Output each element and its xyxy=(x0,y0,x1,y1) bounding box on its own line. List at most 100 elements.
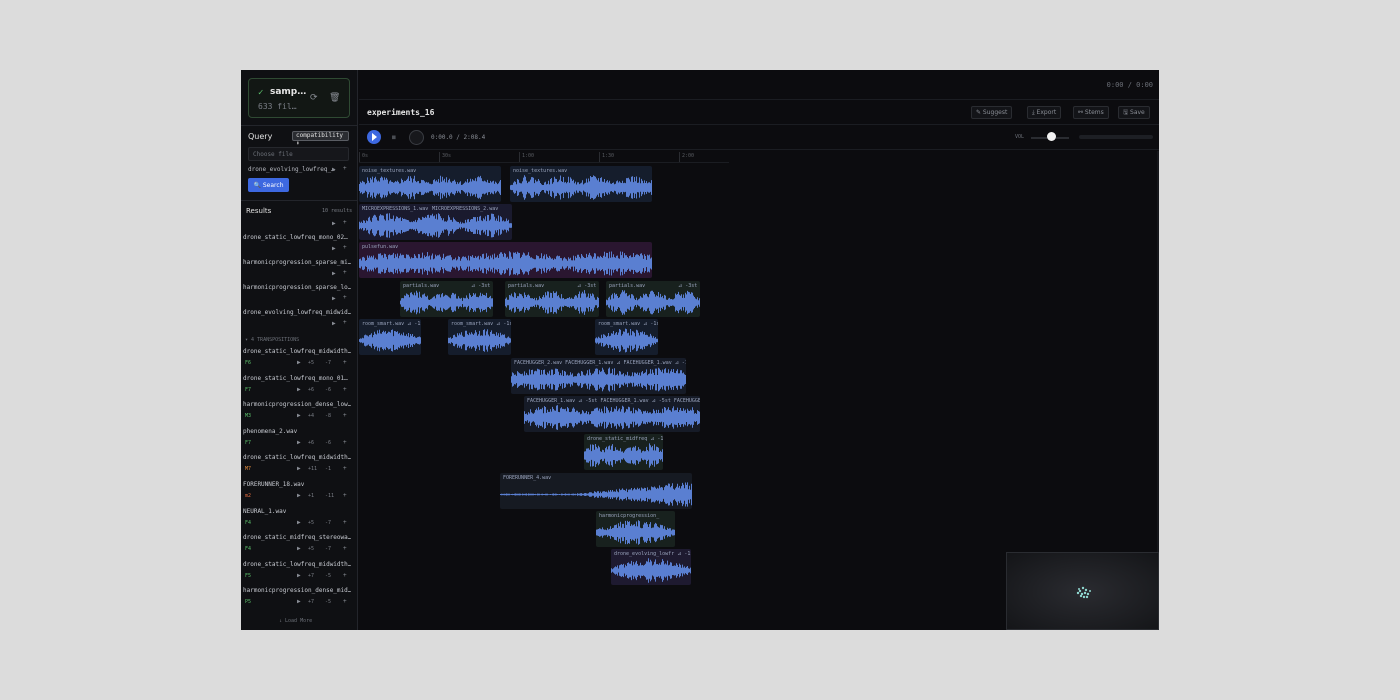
add-icon[interactable]: + xyxy=(343,439,347,446)
stop-icon[interactable]: ■ xyxy=(392,134,396,141)
trash-icon[interactable]: 🗑 xyxy=(329,93,340,103)
audio-clip[interactable]: MICROEXPRESSIONS_1.wav MICROEXPRESSIONS_2… xyxy=(359,204,512,240)
pitch-down-shift[interactable]: -6 xyxy=(325,387,331,393)
audio-clip[interactable]: pulsefun.wav xyxy=(359,242,652,278)
visualizer-minimap[interactable] xyxy=(1006,552,1159,630)
stems-button[interactable]: ⚯ Stems xyxy=(1073,106,1109,119)
pitch-up-shift[interactable]: +5 xyxy=(308,520,314,526)
pitch-up-shift[interactable]: +4 xyxy=(308,413,314,419)
audio-clip[interactable]: FACEHUGGER_2.wav FACEHUGGER_1.wav ⊿ FACE… xyxy=(511,358,686,394)
pitch-down-shift[interactable]: -6 xyxy=(325,440,331,446)
pitch-up-shift[interactable]: +5 xyxy=(308,360,314,366)
audio-clip[interactable]: partials.wav ⊿ -3st xyxy=(606,281,700,317)
result-name: harmonicprogression_sparse_lo… xyxy=(243,284,351,291)
audio-clip[interactable]: room_smart.wav ⊿ -1st xyxy=(595,319,658,355)
pitch-down-shift[interactable]: -7 xyxy=(325,520,331,526)
play-icon[interactable]: ▶ xyxy=(297,412,301,419)
pitch-up-shift[interactable]: +6 xyxy=(308,387,314,393)
chevron-down-icon[interactable]: ▾ xyxy=(245,337,248,343)
add-icon[interactable]: + xyxy=(343,572,347,579)
pitch-up-shift[interactable]: +6 xyxy=(308,440,314,446)
audio-clip[interactable]: noise_textures.wav xyxy=(359,166,501,202)
clip-label: pulsefun.wav xyxy=(362,244,399,250)
play-icon[interactable]: ▶ xyxy=(297,545,301,552)
audio-clip[interactable]: room_smart.wav ⊿ -1st xyxy=(448,319,511,355)
play-icon[interactable]: ▶ xyxy=(332,166,336,173)
play-icon[interactable]: ▶ xyxy=(297,386,301,393)
record-button[interactable] xyxy=(409,130,424,145)
add-icon[interactable]: + xyxy=(343,386,347,393)
pitch-down-shift[interactable]: -11 xyxy=(325,493,334,499)
waveform xyxy=(611,558,691,583)
add-icon[interactable]: + xyxy=(343,165,347,172)
add-icon[interactable]: + xyxy=(343,359,347,366)
time-ruler[interactable]: 0s 30s 1:00 1:30 2:00 xyxy=(359,151,729,163)
volume-label: VOL xyxy=(1015,134,1025,140)
pitch-down-shift[interactable]: -5 xyxy=(325,573,331,579)
audio-clip[interactable]: drone_static_midfreq ⊿ -1st xyxy=(584,434,663,470)
pitch-down-shift[interactable]: -5 xyxy=(325,599,331,605)
load-more-button[interactable]: ↓ Load More xyxy=(279,618,312,624)
top-bar: 0:00 / 0:00 xyxy=(359,70,1159,100)
pitch-up-shift[interactable]: +11 xyxy=(308,466,317,472)
play-icon[interactable]: ▶ xyxy=(332,245,336,252)
add-icon[interactable]: + xyxy=(343,294,347,301)
waveform xyxy=(510,175,652,200)
add-icon[interactable]: + xyxy=(343,465,347,472)
play-icon[interactable]: ▶ xyxy=(332,320,336,327)
pitch-down-shift[interactable]: -1 xyxy=(325,466,331,472)
play-icon[interactable]: ▶ xyxy=(332,295,336,302)
play-icon[interactable]: ▶ xyxy=(297,519,301,526)
suggest-button[interactable]: ✎ Suggest xyxy=(971,106,1013,119)
pitch-up-shift[interactable]: +7 xyxy=(308,573,314,579)
export-button[interactable]: ⤓ Export xyxy=(1027,106,1062,119)
audio-clip[interactable]: FORERUNNER_4.wav xyxy=(500,473,692,509)
add-icon[interactable]: + xyxy=(343,545,347,552)
play-icon[interactable]: ▶ xyxy=(297,598,301,605)
clip-label: partials.wav xyxy=(403,283,440,289)
sample-library-card[interactable]: ✓ samp… 633 fil… ⟳ 🗑 xyxy=(248,78,350,118)
add-icon[interactable]: + xyxy=(343,598,347,605)
pitch-down-shift[interactable]: -7 xyxy=(325,360,331,366)
play-icon[interactable]: ▶ xyxy=(297,572,301,579)
add-icon[interactable]: + xyxy=(343,219,347,226)
pitch-down-shift[interactable]: -7 xyxy=(325,546,331,552)
refresh-icon[interactable]: ⟳ xyxy=(310,93,318,103)
add-icon[interactable]: + xyxy=(343,319,347,326)
audio-clip[interactable]: drone_evolving_lowfr ⊿ -1st xyxy=(611,549,691,585)
sidebar: ✓ samp… 633 fil… ⟳ 🗑 Query compatibility… xyxy=(241,70,358,630)
add-icon[interactable]: + xyxy=(343,492,347,499)
add-icon[interactable]: + xyxy=(343,519,347,526)
pitch-up-shift[interactable]: +1 xyxy=(308,493,314,499)
add-icon[interactable]: + xyxy=(343,244,347,251)
scrub-bar[interactable] xyxy=(1079,135,1153,139)
pitch-down-shift[interactable]: -8 xyxy=(325,413,331,419)
audio-clip[interactable]: room_smart.wav ⊿ -1st xyxy=(359,319,421,355)
transposition-name: drone_static_lowfreq_mono_01… xyxy=(243,375,348,382)
audio-clip[interactable]: harmonicprogression_ xyxy=(596,511,675,547)
volume-slider-handle[interactable] xyxy=(1047,132,1057,141)
add-icon[interactable]: + xyxy=(343,412,347,419)
audio-clip[interactable]: partials.wav ⊿ -3st xyxy=(505,281,599,317)
play-icon[interactable]: ▶ xyxy=(297,492,301,499)
play-icon[interactable]: ▶ xyxy=(297,465,301,472)
audio-clip[interactable]: partials.wav ⊿ -3st xyxy=(400,281,493,317)
timeline[interactable]: 0s 30s 1:00 1:30 2:00 noise_textures.wav… xyxy=(359,151,1159,630)
play-icon[interactable]: ▶ xyxy=(297,359,301,366)
pitch-up-shift[interactable]: +5 xyxy=(308,546,314,552)
audio-clip[interactable]: FACEHUGGER_1.wav ⊿ -5st FACEHUGGER_1.wav… xyxy=(524,396,700,432)
query-mode-select[interactable]: compatibility ⬍ xyxy=(292,131,349,147)
transposition-name: drone_static_midfreq_stereowa… xyxy=(243,534,351,541)
pitch-up-shift[interactable]: +7 xyxy=(308,599,314,605)
play-icon[interactable]: ▶ xyxy=(297,439,301,446)
choose-file-input[interactable] xyxy=(248,147,349,161)
play-icon[interactable]: ▶ xyxy=(332,270,336,277)
search-button[interactable]: 🔍 Search xyxy=(248,178,289,192)
add-icon[interactable]: + xyxy=(343,269,347,276)
save-button[interactable]: 🖫 Save xyxy=(1118,106,1150,119)
play-button[interactable] xyxy=(367,130,381,144)
transposition-name: drone_static_lowfreq_midwidth… xyxy=(243,561,351,568)
audio-clip[interactable]: noise_textures.wav xyxy=(510,166,652,202)
clip-label: MICROEXPRESSIONS_1.wav xyxy=(362,206,429,212)
play-icon[interactable]: ▶ xyxy=(332,220,336,227)
